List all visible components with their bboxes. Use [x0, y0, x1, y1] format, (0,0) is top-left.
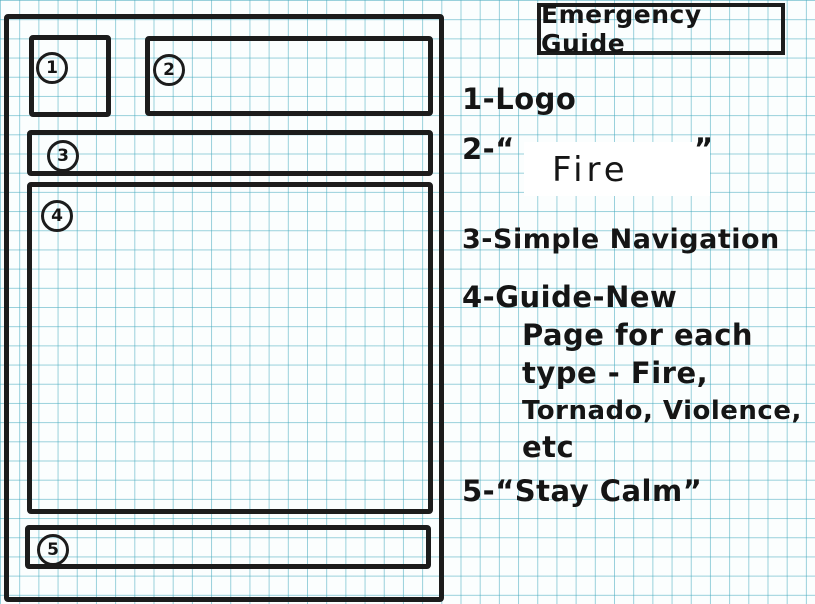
header-region: [145, 36, 433, 116]
note-guide-line2: Page for each: [522, 318, 754, 352]
footer-region: [25, 525, 431, 569]
region-number-4: 4: [41, 200, 73, 232]
note-header-suffix: ”: [694, 132, 714, 166]
navigation-region: [27, 130, 433, 176]
note-guide-line4: Tornado, Violence,: [522, 396, 802, 426]
note-guide-line5: etc: [522, 430, 575, 464]
region-number-1: 1: [36, 52, 68, 84]
note-header-word: Fire: [552, 150, 629, 190]
region-number-5: 5: [37, 534, 69, 566]
title-box: Emergency Guide: [537, 0, 785, 58]
note-logo: 1-Logo: [462, 82, 577, 116]
note-guide-line3: type - Fire,: [522, 356, 709, 390]
note-footer: 5-“Stay Calm”: [462, 474, 703, 508]
guide-content-region: [27, 182, 433, 514]
note-navigation: 3-Simple Navigation: [462, 224, 780, 255]
region-number-2: 2: [153, 54, 185, 86]
title-text: Emergency Guide: [541, 0, 702, 58]
region-number-3: 3: [47, 140, 79, 172]
note-guide-line1: 4-Guide-New: [462, 280, 678, 314]
note-header-prefix: 2-“: [462, 132, 515, 166]
